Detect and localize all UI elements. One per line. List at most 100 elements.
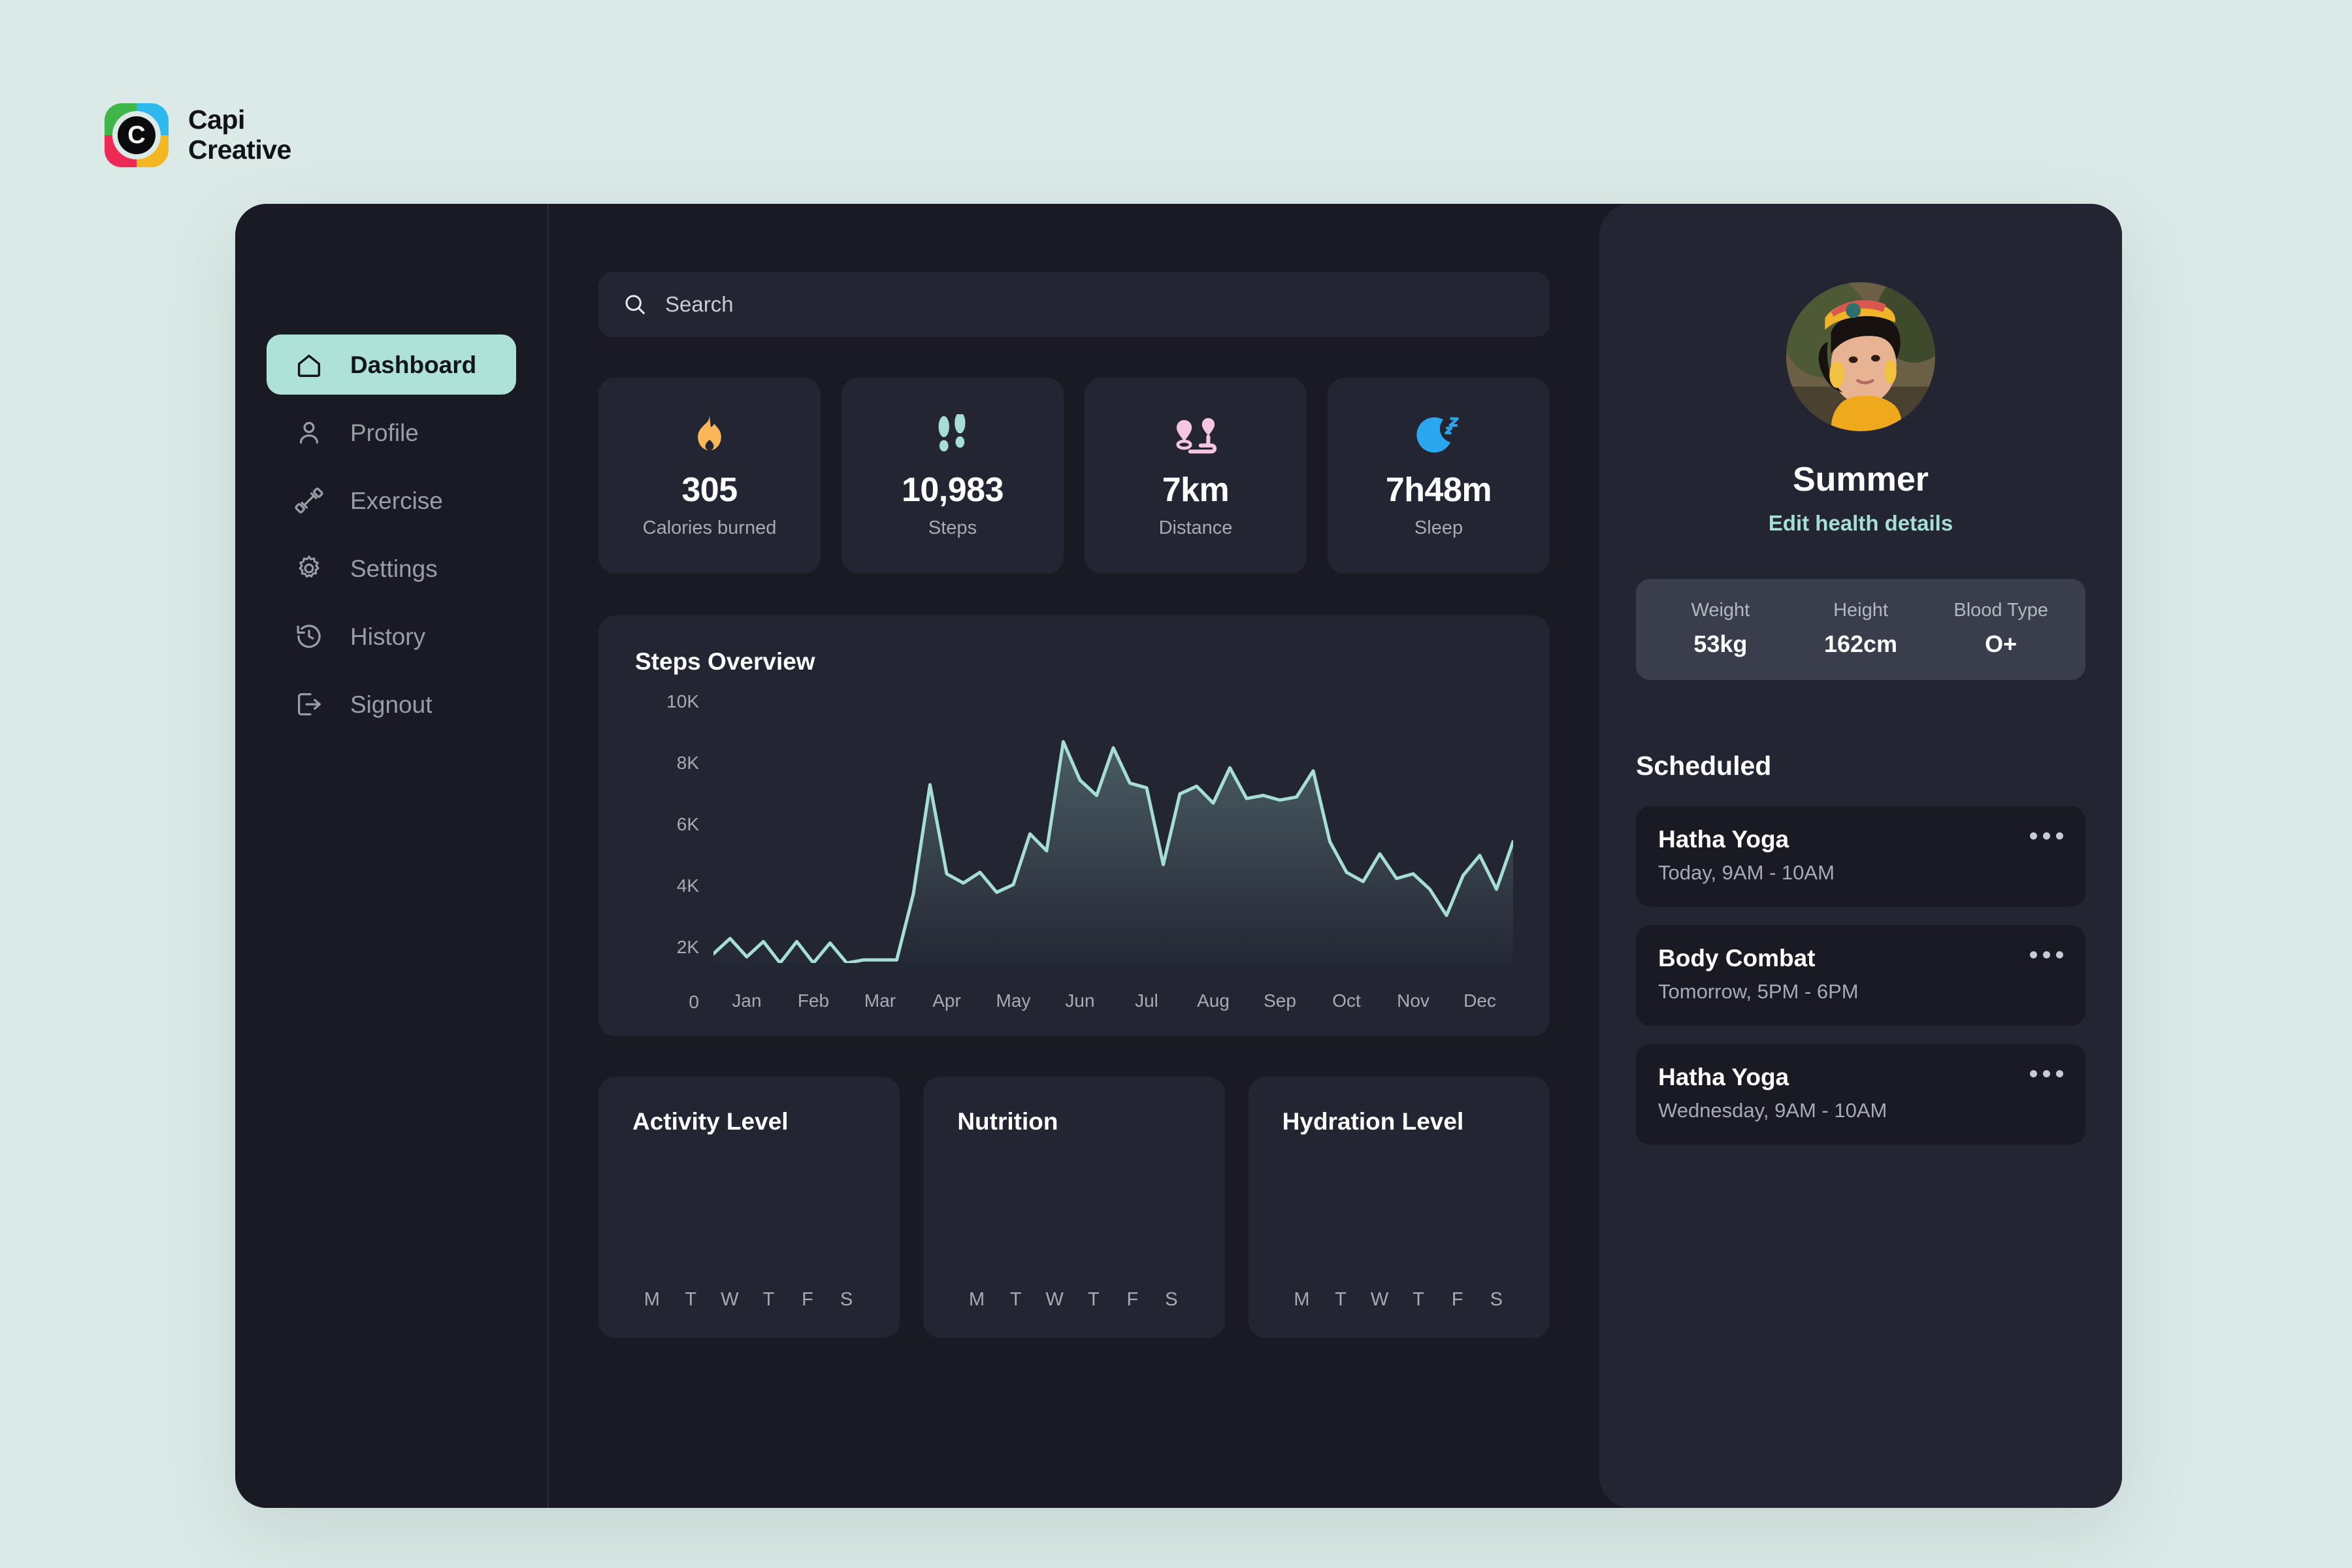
- route-pins-icon: [1170, 413, 1221, 463]
- stat-value: 10,983: [901, 470, 1004, 509]
- avatar[interactable]: [1786, 282, 1935, 431]
- sidebar-item-label: Settings: [350, 555, 438, 582]
- stat-card-steps[interactable]: 10,983 Steps: [841, 378, 1064, 574]
- chart-x-tick: Jul: [1135, 990, 1158, 1011]
- chart-x-tick: Jan: [732, 990, 762, 1011]
- sidebar-item-dashboard[interactable]: Dashboard: [267, 335, 516, 395]
- user-icon: [299, 421, 319, 444]
- flame-icon: [689, 413, 730, 463]
- health-summary: Weight 53kg Height 162cm Blood Type O+: [1636, 579, 2085, 680]
- bar-label: T: [1009, 1289, 1022, 1310]
- scheduled-item[interactable]: Body Combat Tomorrow, 5PM - 6PM: [1636, 925, 2085, 1026]
- health-value: 162cm: [1823, 630, 1898, 657]
- chart-x-tick: Jun: [1065, 990, 1095, 1011]
- chart-y-tick: 8K: [676, 753, 699, 774]
- chart-title: Steps Overview: [635, 648, 815, 675]
- stat-cards: 305 Calories burned 10,983 Steps 7km Dis…: [598, 378, 1550, 574]
- chart-title: Nutrition: [957, 1108, 1058, 1135]
- bar-label: W: [721, 1289, 739, 1310]
- bar-label: W: [1370, 1289, 1389, 1310]
- steps-overview-chart: Steps Overview 0 2K 4K 6K 8K 10K Jan Feb…: [598, 615, 1550, 1036]
- dumbbell-icon: [295, 487, 323, 514]
- sidebar-item-signout[interactable]: Signout: [267, 674, 516, 734]
- sidebar-item-profile[interactable]: Profile: [267, 402, 516, 463]
- bar-label: T: [1087, 1289, 1100, 1310]
- bar-label: F: [1126, 1289, 1139, 1310]
- scheduled-item-time: Wednesday, 9AM - 10AM: [1658, 1099, 1887, 1122]
- chart-y-axis: 0 2K 4K 6K 8K 10K: [635, 691, 713, 1012]
- stat-value: 7h48m: [1385, 470, 1492, 509]
- chart-x-tick: Sep: [1264, 990, 1296, 1011]
- search-placeholder: Search: [665, 292, 734, 316]
- sidebar-item-label: Profile: [350, 419, 419, 446]
- health-blood-type: Blood Type O+: [1931, 600, 2071, 658]
- bar-axis-labels: MTWTFS: [632, 1289, 866, 1311]
- bar-chart-row: Activity Level M T W T F S Nutrition M T W T F S H…: [598, 1077, 1550, 1338]
- stat-card-distance[interactable]: 7km Distance: [1085, 378, 1307, 574]
- sidebar-item-exercise[interactable]: Exercise: [267, 470, 516, 531]
- chart-x-tick: Feb: [797, 990, 830, 1011]
- stat-label: Steps: [928, 517, 977, 538]
- scheduled-item[interactable]: Hatha Yoga Wednesday, 9AM - 10AM: [1636, 1044, 2085, 1145]
- sidebar-item-settings[interactable]: Settings: [267, 538, 516, 598]
- sidebar: Dashboard Profile Exercise Settings Hist…: [235, 204, 549, 1508]
- more-dots-icon[interactable]: [2030, 1070, 2063, 1077]
- flame-glyph: [698, 415, 721, 451]
- chart-x-tick: Dec: [1463, 990, 1496, 1011]
- bar-label: M: [644, 1289, 660, 1310]
- bar-label: W: [1045, 1289, 1064, 1310]
- steps-area-series: [713, 702, 1513, 963]
- chart-title: Hydration Level: [1282, 1108, 1464, 1135]
- home-icon: [297, 354, 321, 377]
- brand-name: Capi Creative: [188, 105, 291, 165]
- chart-x-axis: Jan Feb Mar Apr May Jun Jul Aug Sep Oct Nov Dec: [713, 990, 1513, 1011]
- scheduled-item-name: Body Combat: [1658, 945, 1816, 972]
- stat-card-sleep[interactable]: 7h48m Sleep: [1328, 378, 1550, 574]
- chart-y-tick: 6K: [676, 814, 699, 835]
- scheduled-heading: Scheduled: [1636, 751, 1772, 781]
- health-label: Height: [1833, 600, 1888, 621]
- chart-x-tick: Oct: [1332, 990, 1361, 1011]
- footprints-icon: [934, 413, 971, 463]
- brand-name-line2: Creative: [188, 135, 291, 165]
- scheduled-item[interactable]: Hatha Yoga Today, 9AM - 10AM: [1636, 806, 2085, 907]
- scheduled-item-time: Today, 9AM - 10AM: [1658, 861, 1835, 884]
- chart-y-tick: 10K: [666, 691, 699, 711]
- capi-logo-icon: C: [105, 103, 169, 167]
- stat-value: 7km: [1162, 470, 1230, 509]
- avatar-photo: [1786, 282, 1935, 431]
- sidebar-item-history[interactable]: History: [267, 606, 516, 666]
- brand-logo: C Capi Creative: [105, 103, 291, 167]
- bar-axis-labels: MTWTFS: [1282, 1289, 1516, 1311]
- chart-x-tick: May: [996, 990, 1031, 1011]
- nutrition-chart: Nutrition M T W T F S: [923, 1077, 1225, 1338]
- brand-name-line1: Capi: [188, 105, 245, 135]
- scheduled-item-time: Tomorrow, 5PM - 6PM: [1658, 980, 1859, 1003]
- bar-plot: [957, 1142, 1190, 1275]
- health-weight: Weight 53kg: [1650, 600, 1791, 658]
- bar-label: S: [1165, 1289, 1178, 1310]
- stat-label: Calories burned: [642, 517, 777, 538]
- more-dots-icon[interactable]: [2030, 832, 2063, 840]
- edit-health-details-link[interactable]: Edit health details: [1636, 511, 2085, 536]
- profile-name: Summer: [1792, 461, 1929, 498]
- health-height: Height 162cm: [1791, 600, 1931, 658]
- footprints-glyph: [938, 414, 966, 451]
- chart-title: Activity Level: [632, 1108, 789, 1135]
- search-input[interactable]: Search: [598, 272, 1550, 337]
- stat-label: Distance: [1158, 517, 1233, 538]
- bar-label: T: [685, 1289, 697, 1310]
- bar-label: T: [1413, 1289, 1424, 1310]
- route-glyph: [1176, 417, 1217, 453]
- health-value: 53kg: [1693, 630, 1748, 657]
- bar-label: T: [762, 1289, 775, 1310]
- bar-plot: [632, 1142, 866, 1275]
- profile-panel: Summer Edit health details Weight 53kg H…: [1599, 204, 2122, 1508]
- stat-card-calories[interactable]: 305 Calories burned: [598, 378, 821, 574]
- main-content: Search 305 Calories burned 10,983 Steps …: [549, 204, 1599, 1508]
- gear-icon: [299, 555, 319, 578]
- scheduled-item-name: Hatha Yoga: [1658, 826, 1789, 853]
- sidebar-item-label: Exercise: [350, 487, 443, 514]
- more-dots-icon[interactable]: [2030, 951, 2063, 958]
- history-clock-icon: [297, 625, 321, 648]
